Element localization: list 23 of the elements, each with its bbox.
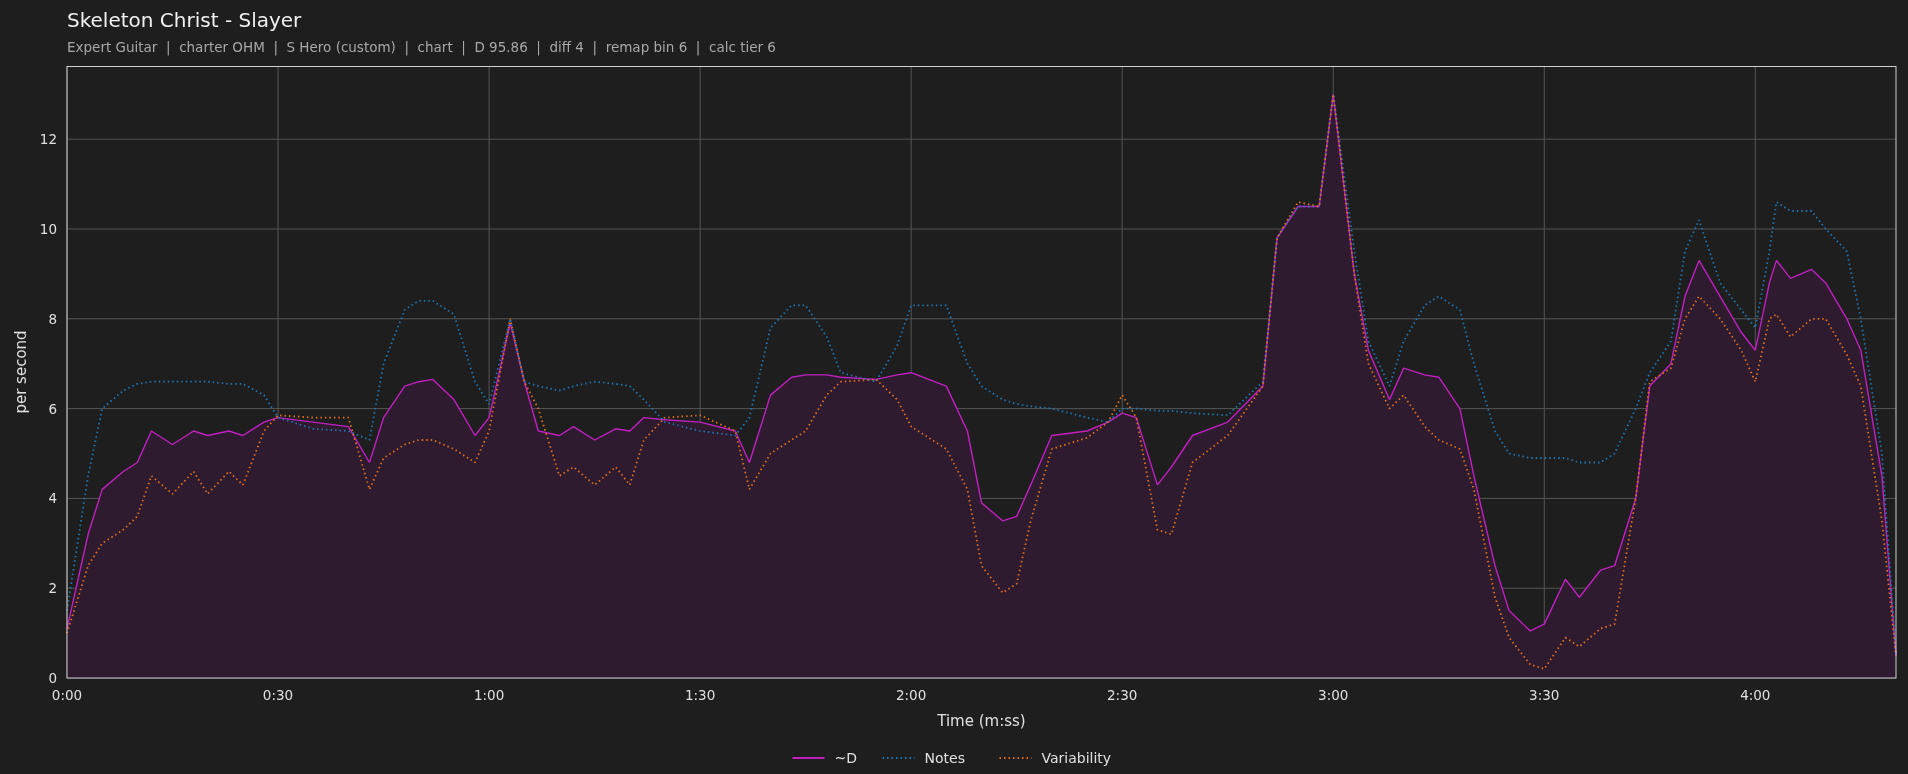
y-tick-label: 10 xyxy=(39,221,57,237)
legend-label: Variability xyxy=(1041,750,1112,766)
x-tick-label: 0:30 xyxy=(262,687,294,703)
x-tick-label: 4:00 xyxy=(1740,687,1771,703)
y-tick-label: 0 xyxy=(48,670,57,686)
x-axis-label: Time (m:ss) xyxy=(937,712,1026,730)
chart-subtitle: Expert Guitar | charter OHM | S Hero (custom) | chart | D 95.86 | diff 4 | remap bin 6 | calc tier 6 xyxy=(67,38,777,56)
x-tick-label: 2:00 xyxy=(896,687,927,703)
y-tick-label: 6 xyxy=(48,400,57,417)
x-tick-label: 1:30 xyxy=(684,687,716,703)
y-tick-label: 8 xyxy=(48,310,57,327)
x-tick-label: 1:00 xyxy=(473,687,505,703)
legend-label: Notes xyxy=(924,750,965,766)
x-tick-label: 3:00 xyxy=(1318,687,1349,703)
x-tick-label: 2:30 xyxy=(1107,687,1138,703)
legend-label: ~D xyxy=(834,750,857,766)
chart-title: Skeleton Christ - Slayer xyxy=(67,8,303,32)
x-tick-label: 0:00 xyxy=(51,687,83,703)
y-tick-label: 2 xyxy=(48,580,57,597)
y-tick-label: 4 xyxy=(48,490,57,507)
y-axis-label: per second xyxy=(12,330,30,414)
y-tick-label: 12 xyxy=(39,131,57,148)
x-tick-label: 3:30 xyxy=(1529,687,1560,703)
